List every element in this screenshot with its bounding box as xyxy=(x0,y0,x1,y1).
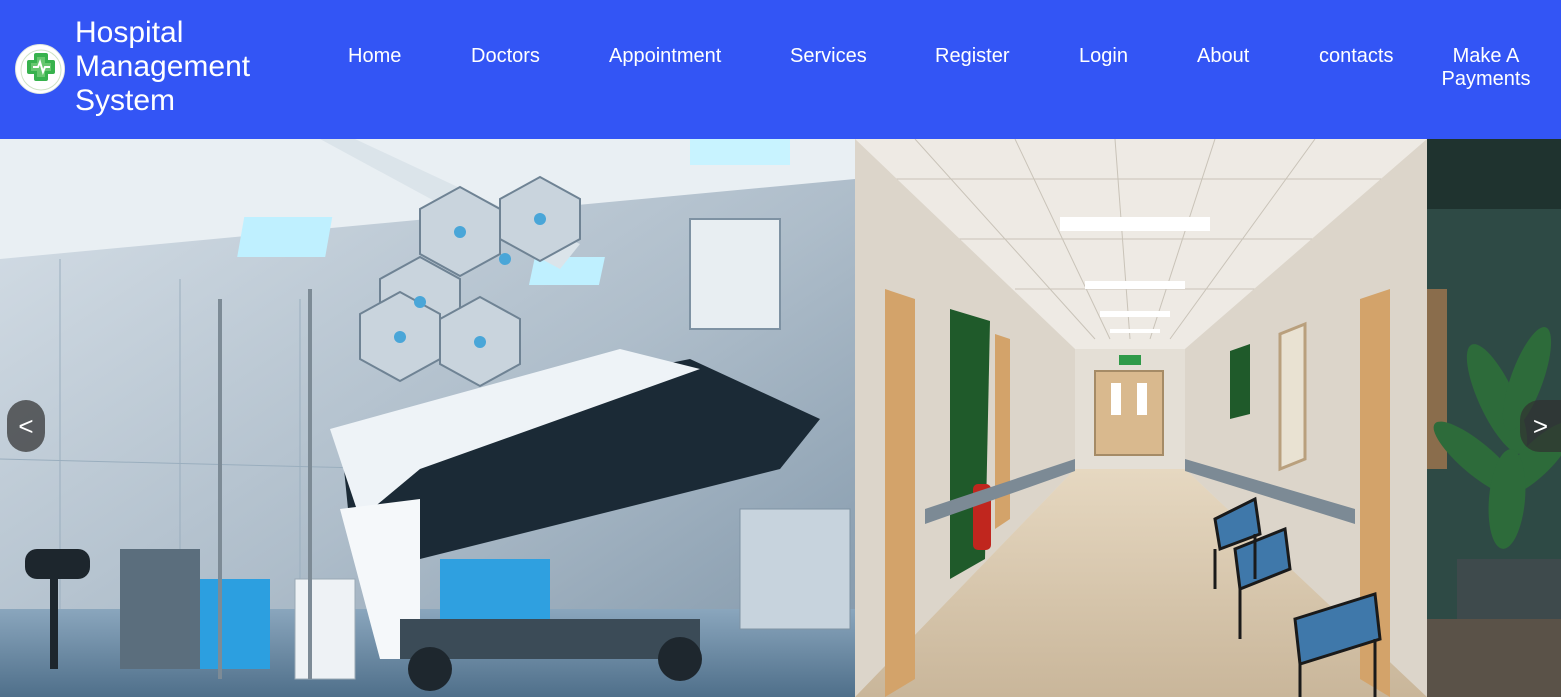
nav-home[interactable]: Home xyxy=(348,45,401,68)
nav-contacts[interactable]: contacts xyxy=(1319,45,1393,68)
operating-room-image xyxy=(0,139,855,697)
hospital-corridor-image xyxy=(855,139,1427,697)
nav-register[interactable]: Register xyxy=(935,45,1009,68)
nav-doctors[interactable]: Doctors xyxy=(471,45,540,68)
site-header: Hospital Management System Home Doctors … xyxy=(0,0,1561,139)
nav-services[interactable]: Services xyxy=(790,45,867,68)
nav-payments[interactable]: Make A Payments xyxy=(1436,45,1536,91)
site-title: Hospital Management System xyxy=(75,16,251,117)
nav-appointment[interactable]: Appointment xyxy=(609,45,721,68)
medical-logo-icon[interactable] xyxy=(15,44,65,94)
carousel-next-button[interactable]: > xyxy=(1520,400,1561,452)
carousel-prev-button[interactable]: < xyxy=(7,400,45,452)
image-carousel: < > xyxy=(0,139,1561,697)
nav-about[interactable]: About xyxy=(1197,45,1249,68)
nav-login[interactable]: Login xyxy=(1079,45,1128,68)
